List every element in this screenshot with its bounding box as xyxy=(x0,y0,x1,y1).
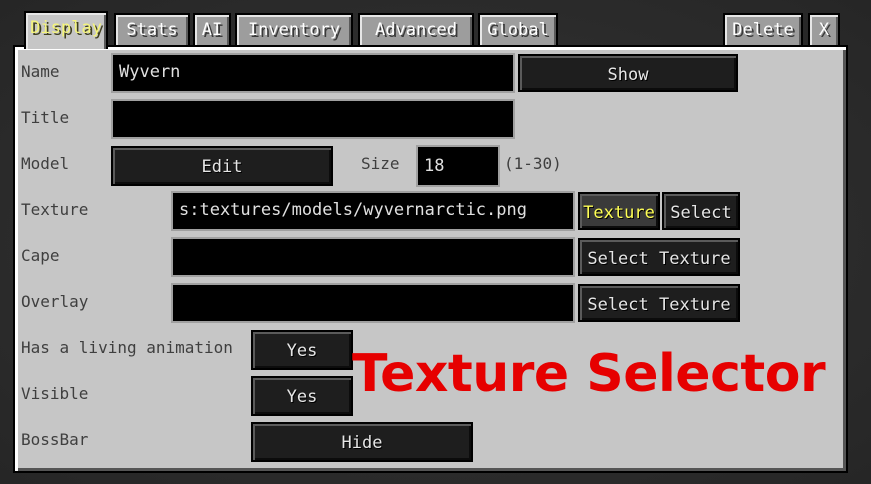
tab-ai[interactable]: AI xyxy=(193,13,231,47)
living-animation-toggle[interactable]: Yes xyxy=(251,330,353,370)
tab-advanced[interactable]: Advanced xyxy=(358,13,474,47)
texture-selector-caption: Texture Selector xyxy=(352,344,826,404)
tab-display[interactable]: Display xyxy=(24,11,108,49)
visible-toggle[interactable]: Yes xyxy=(251,376,353,416)
title-label: Title xyxy=(21,108,70,127)
texture-input[interactable]: s:textures/models/wyvernarctic.png xyxy=(171,191,575,231)
living-animation-label: Has a living animation xyxy=(21,338,233,357)
size-label: Size xyxy=(361,154,400,173)
overlay-select-texture-button[interactable]: Select Texture xyxy=(578,284,740,322)
size-input[interactable]: 18 xyxy=(416,145,500,187)
visible-label: Visible xyxy=(21,384,89,403)
model-label: Model xyxy=(21,154,70,173)
cape-select-texture-button[interactable]: Select Texture xyxy=(578,238,740,276)
texture-label: Texture xyxy=(21,200,89,219)
tab-inventory[interactable]: Inventory xyxy=(235,13,353,47)
delete-button[interactable]: Delete xyxy=(723,13,803,47)
name-label: Name xyxy=(21,62,60,81)
name-input[interactable]: Wyvern xyxy=(111,53,515,93)
bossbar-toggle[interactable]: Hide xyxy=(251,422,473,462)
cape-label: Cape xyxy=(21,246,60,265)
screen: Display Stats AI Inventory Advanced Glob… xyxy=(0,0,871,484)
overlay-input[interactable] xyxy=(171,283,575,323)
overlay-label: Overlay xyxy=(21,292,89,311)
title-input[interactable] xyxy=(111,99,515,139)
cape-input[interactable] xyxy=(171,237,575,277)
texture-button[interactable]: Texture xyxy=(578,192,660,230)
display-panel: Name Wyvern Show Title Model Edit Size 1… xyxy=(13,45,848,473)
tab-stats[interactable]: Stats xyxy=(114,13,190,47)
close-button[interactable]: X xyxy=(808,13,840,47)
bossbar-label: BossBar xyxy=(21,430,89,449)
model-edit-button[interactable]: Edit xyxy=(111,146,333,186)
tab-global[interactable]: Global xyxy=(478,13,558,47)
size-range-hint: (1-30) xyxy=(504,154,562,173)
show-button[interactable]: Show xyxy=(518,54,738,92)
texture-select-button[interactable]: Select xyxy=(662,192,740,230)
